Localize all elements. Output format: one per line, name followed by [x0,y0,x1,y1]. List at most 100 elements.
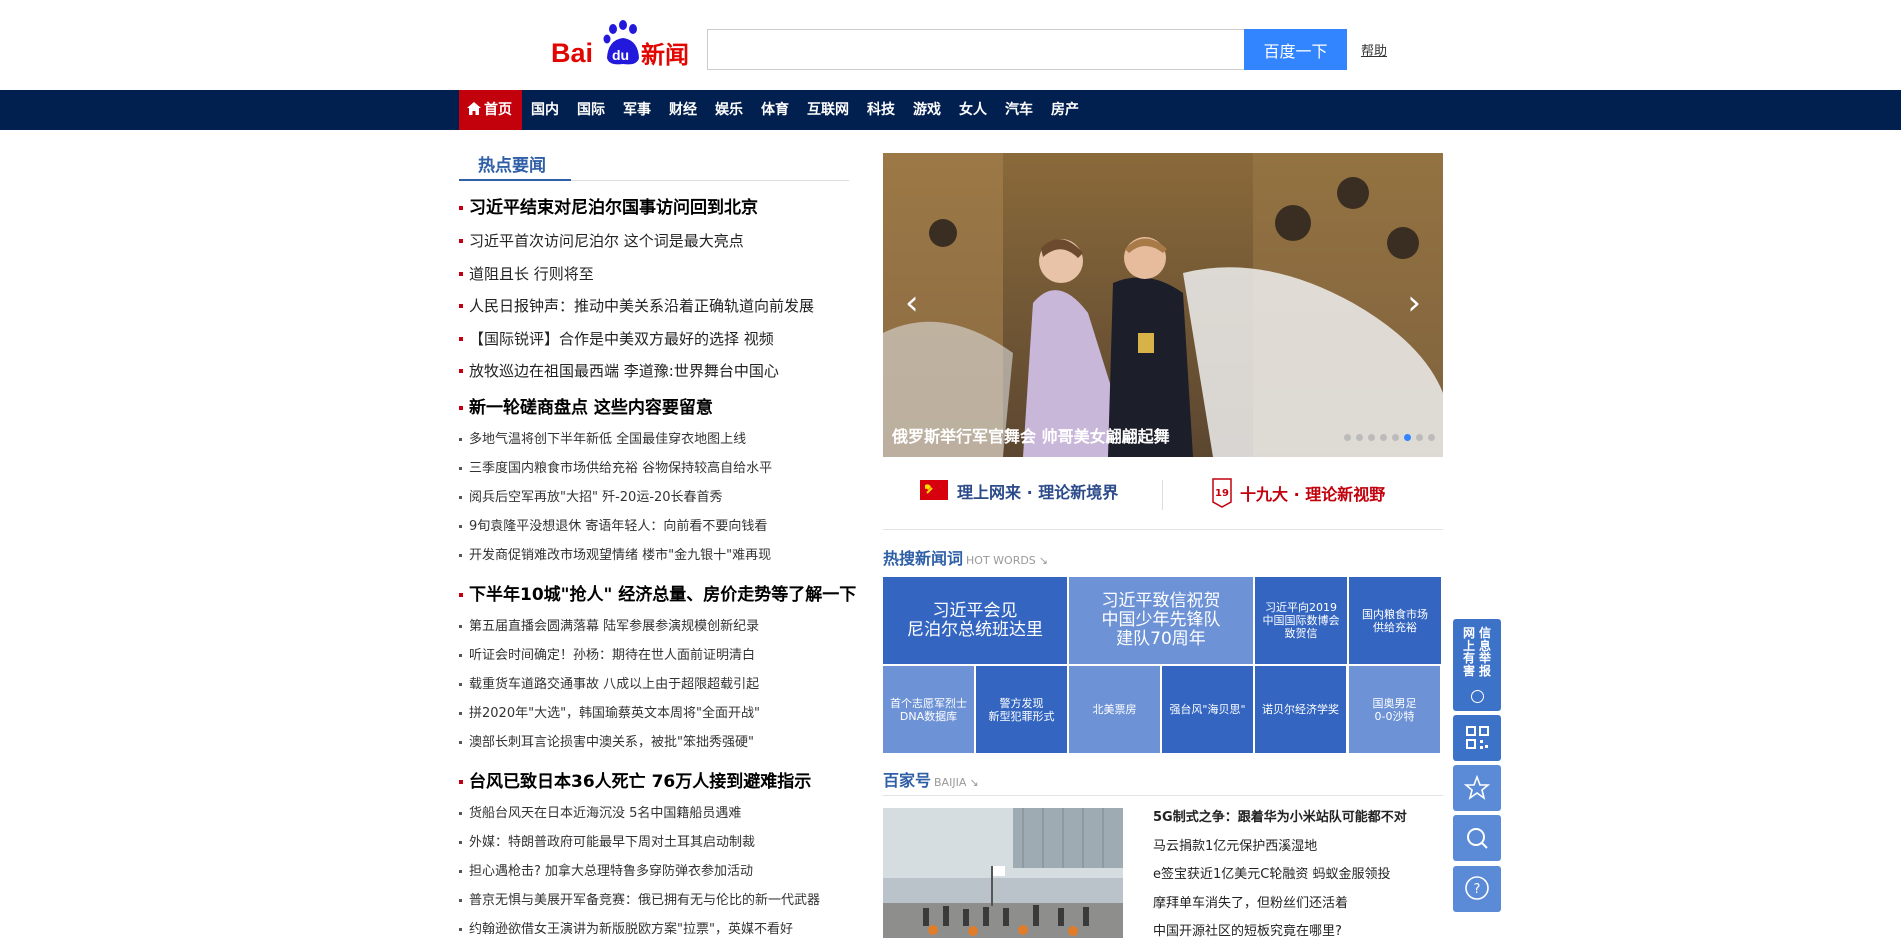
baijia-item[interactable]: 马云捐款1亿元保护西溪湿地 [1153,833,1453,862]
news-headline[interactable]: 人民日报钟声：推动中美关系沿着正确轨道向前发展 [459,290,859,323]
baijia-item[interactable]: 摩拜单车消失了，但粉丝们还活着 [1153,890,1453,919]
news-sub-item[interactable]: 约翰逊欲借女王演讲为新版脱欧方案"拉票"，英媒不看好 [459,915,859,944]
baijia-thumbnail[interactable] [883,808,1123,938]
hot-word-tile[interactable]: 强台风"海贝思" [1162,666,1253,753]
news-sub-item[interactable]: 听证会时间确定！孙杨：期待在世人面前证明清白 [459,641,859,670]
nav-item[interactable]: 汽车 [996,90,1042,130]
hot-word-tile[interactable]: 诺贝尔经济学奖 [1255,666,1346,753]
hot-word-tile[interactable]: 北美票房 [1069,666,1160,753]
hot-words-subtitle: HOT WORDS [966,554,1036,567]
news-sub-item[interactable]: 三季度国内粮食市场供给充裕 谷物保持较高自给水平 [459,454,859,483]
feedback-button[interactable]: ? [1453,866,1501,912]
slider-dot[interactable] [1392,434,1399,441]
nav-item[interactable]: 女人 [950,90,996,130]
baijia-title-text: 百家号 [883,771,932,790]
nav-item-label: 汽车 [1005,102,1033,118]
banner-theory-online[interactable]: 理上网来 · 理论新境界 [919,478,1118,504]
nav-item-label: 女人 [959,102,987,118]
hot-word-tile[interactable]: 首个志愿军烈士 DNA数据库 [883,666,974,753]
nav-item[interactable]: 首页 [459,90,522,130]
nav-item-label: 娱乐 [715,102,743,118]
baijia-title[interactable]: 百家号 BAIJIA ↘ [883,767,979,791]
news-sub-item[interactable]: 担心遇枪击? 加拿大总理特鲁多穿防弹衣参加活动 [459,857,859,886]
slider-dot[interactable] [1380,434,1387,441]
slider-dot[interactable] [1428,434,1435,441]
svg-text:新闻: 新闻 [641,41,689,68]
nav-item-label: 军事 [623,102,651,118]
nav-item[interactable]: 国内 [522,90,568,130]
news-headline[interactable]: 习近平结束对尼泊尔国事访问回到北京 [459,191,859,225]
help-link[interactable]: 帮助 [1361,40,1387,59]
slider-prev-arrow[interactable]: ‹ [905,283,919,323]
qrcode-button[interactable] [1453,715,1501,761]
news-sub-item[interactable]: 货船台风天在日本近海沉没 5名中国籍船员遇难 [459,799,859,828]
news-headline[interactable]: 习近平首次访问尼泊尔 这个词是最大亮点 [459,225,859,258]
baijia-list: 5G制式之争：跟着华为小米站队可能都不对 马云捐款1亿元保护西溪湿地 e签宝获近1亿… [1153,804,1453,947]
hot-words-title[interactable]: 热搜新闻词 HOT WORDS ↘ [883,545,1048,569]
nav-item[interactable]: 互联网 [798,90,858,130]
banner-19th-congress-label: 十九大 · 理论新视野 [1240,485,1386,504]
news-sub-item[interactable]: 拼2020年"大选"，韩国瑜蔡英文本周将"全面开战" [459,699,859,728]
hot-words-grid: 习近平会见 尼泊尔总统班达里 习近平致信祝贺 中国少年先锋队 建队70周年 习近平向… [883,577,1441,753]
nav-item-label: 游戏 [913,102,941,118]
slider-dot[interactable] [1416,434,1423,441]
photo-slider[interactable]: ‹ › 俄罗斯举行军官舞会 帅哥美女翩翩起舞 [883,153,1443,457]
qrcode-icon [1466,726,1489,749]
nav-item[interactable]: 娱乐 [706,90,752,130]
news-sub-item[interactable]: 9旬袁隆平没想退休 寄语年轻人：向前看不要向钱看 [459,512,859,541]
baijia-item[interactable]: e签宝获近1亿美元C轮融资 蚂蚁金服领投 [1153,861,1453,890]
channel-nav-list: 首页 国内 国际 军事 财经 娱乐 体育 互联网 科技 游戏 女人 汽车 房产 [459,90,1088,130]
slider-photo[interactable] [883,153,1443,457]
hot-word-tile[interactable]: 警方发现 新型犯罪形式 [976,666,1067,753]
hot-word-tile[interactable]: 习近平会见 尼泊尔总统班达里 [883,577,1067,664]
slider-dot[interactable] [1356,434,1363,441]
news-headline[interactable]: 【国际锐评】合作是中美双方最好的选择 视频 [459,323,859,356]
nav-item[interactable]: 军事 [614,90,660,130]
baijia-item[interactable]: 5G制式之争：跟着华为小米站队可能都不对 [1153,804,1453,833]
favorite-button[interactable] [1453,765,1501,811]
search-float-button[interactable] [1453,815,1501,861]
nav-item-label: 互联网 [807,102,849,118]
search-button[interactable]: 百度一下 [1244,29,1347,70]
slider-dot[interactable] [1404,434,1411,441]
hot-word-tile[interactable]: 国内粮食市场 供给充裕 [1349,577,1441,664]
news-sub-item[interactable]: 普京无惧与美展开军备竞赛：俄已拥有无与伦比的新一代武器 [459,886,859,915]
news-sub-item[interactable]: 外媒：特朗普政府可能最早下周对土耳其启动制裁 [459,828,859,857]
tab-hot-news[interactable]: 热点要闻 [478,151,546,176]
news-headline[interactable]: 台风已致日本36人死亡 76万人接到避难指示 [459,765,859,799]
nav-item-label: 体育 [761,102,789,118]
news-sub-item[interactable]: 开发商促销难改市场观望情绪 楼市"金九银十"难再现 [459,541,859,570]
news-headline[interactable]: 新一轮磋商盘点 这些内容要留意 [459,391,859,425]
svg-text:Bai: Bai [551,38,593,68]
news-sub-item[interactable]: 多地气温将创下半年新低 全国最佳穿衣地图上线 [459,425,859,454]
top-news-list: 习近平结束对尼泊尔国事访问回到北京 习近平首次访问尼泊尔 这个词是最大亮点 道阻且长… [459,191,859,388]
nav-item-label: 财经 [669,102,697,118]
hot-word-tile[interactable]: 国奥男足 0-0沙特 [1349,666,1440,753]
news-headline[interactable]: 下半年10城"抢人" 经济总量、房价走势等了解一下 [459,578,859,612]
slider-dot[interactable] [1344,434,1351,441]
hot-words-title-text: 热搜新闻词 [883,549,964,568]
hot-word-tile[interactable]: 习近平向2019 中国国际数博会 致贺信 [1255,577,1347,664]
news-sub-item[interactable]: 澳部长刺耳言论损害中澳关系，被批"笨拙秀强硬" [459,728,859,757]
nav-item[interactable]: 科技 [858,90,904,130]
news-headline[interactable]: 道阻且长 行则将至 [459,258,859,291]
news-headline[interactable]: 放牧巡边在祖国最西端 李道豫:世界舞台中国心 [459,355,859,388]
slider-dot[interactable] [1368,434,1375,441]
hot-word-tile[interactable]: 习近平致信祝贺 中国少年先锋队 建队70周年 [1069,577,1253,664]
nav-item[interactable]: 体育 [752,90,798,130]
news-sub-item[interactable]: 载重货车道路交通事故 八成以上由于超限超载引起 [459,670,859,699]
active-tab-underline [459,179,571,181]
nav-item[interactable]: 游戏 [904,90,950,130]
baijia-item[interactable]: 中国开源社区的短板究竟在哪里? [1153,918,1453,947]
nav-item[interactable]: 国际 [568,90,614,130]
slider-next-arrow[interactable]: › [1407,283,1421,323]
search-input[interactable] [707,29,1244,70]
baidu-news-logo[interactable]: Bai du 新闻 [551,18,691,68]
nav-item[interactable]: 房产 [1042,90,1088,130]
news-sub-item[interactable]: 第五届直播会圆满落幕 陆军参展参演规模创新纪录 [459,612,859,641]
nav-item[interactable]: 财经 [660,90,706,130]
chevron-down-icon [1471,690,1484,703]
news-sub-item[interactable]: 阅兵后空军再放"大招" 歼-20运-20长春首秀 [459,483,859,512]
slider-caption[interactable]: 俄罗斯举行军官舞会 帅哥美女翩翩起舞 [892,423,1170,447]
banner-19th-congress[interactable]: 19 十九大 · 理论新视野 [1210,478,1385,508]
